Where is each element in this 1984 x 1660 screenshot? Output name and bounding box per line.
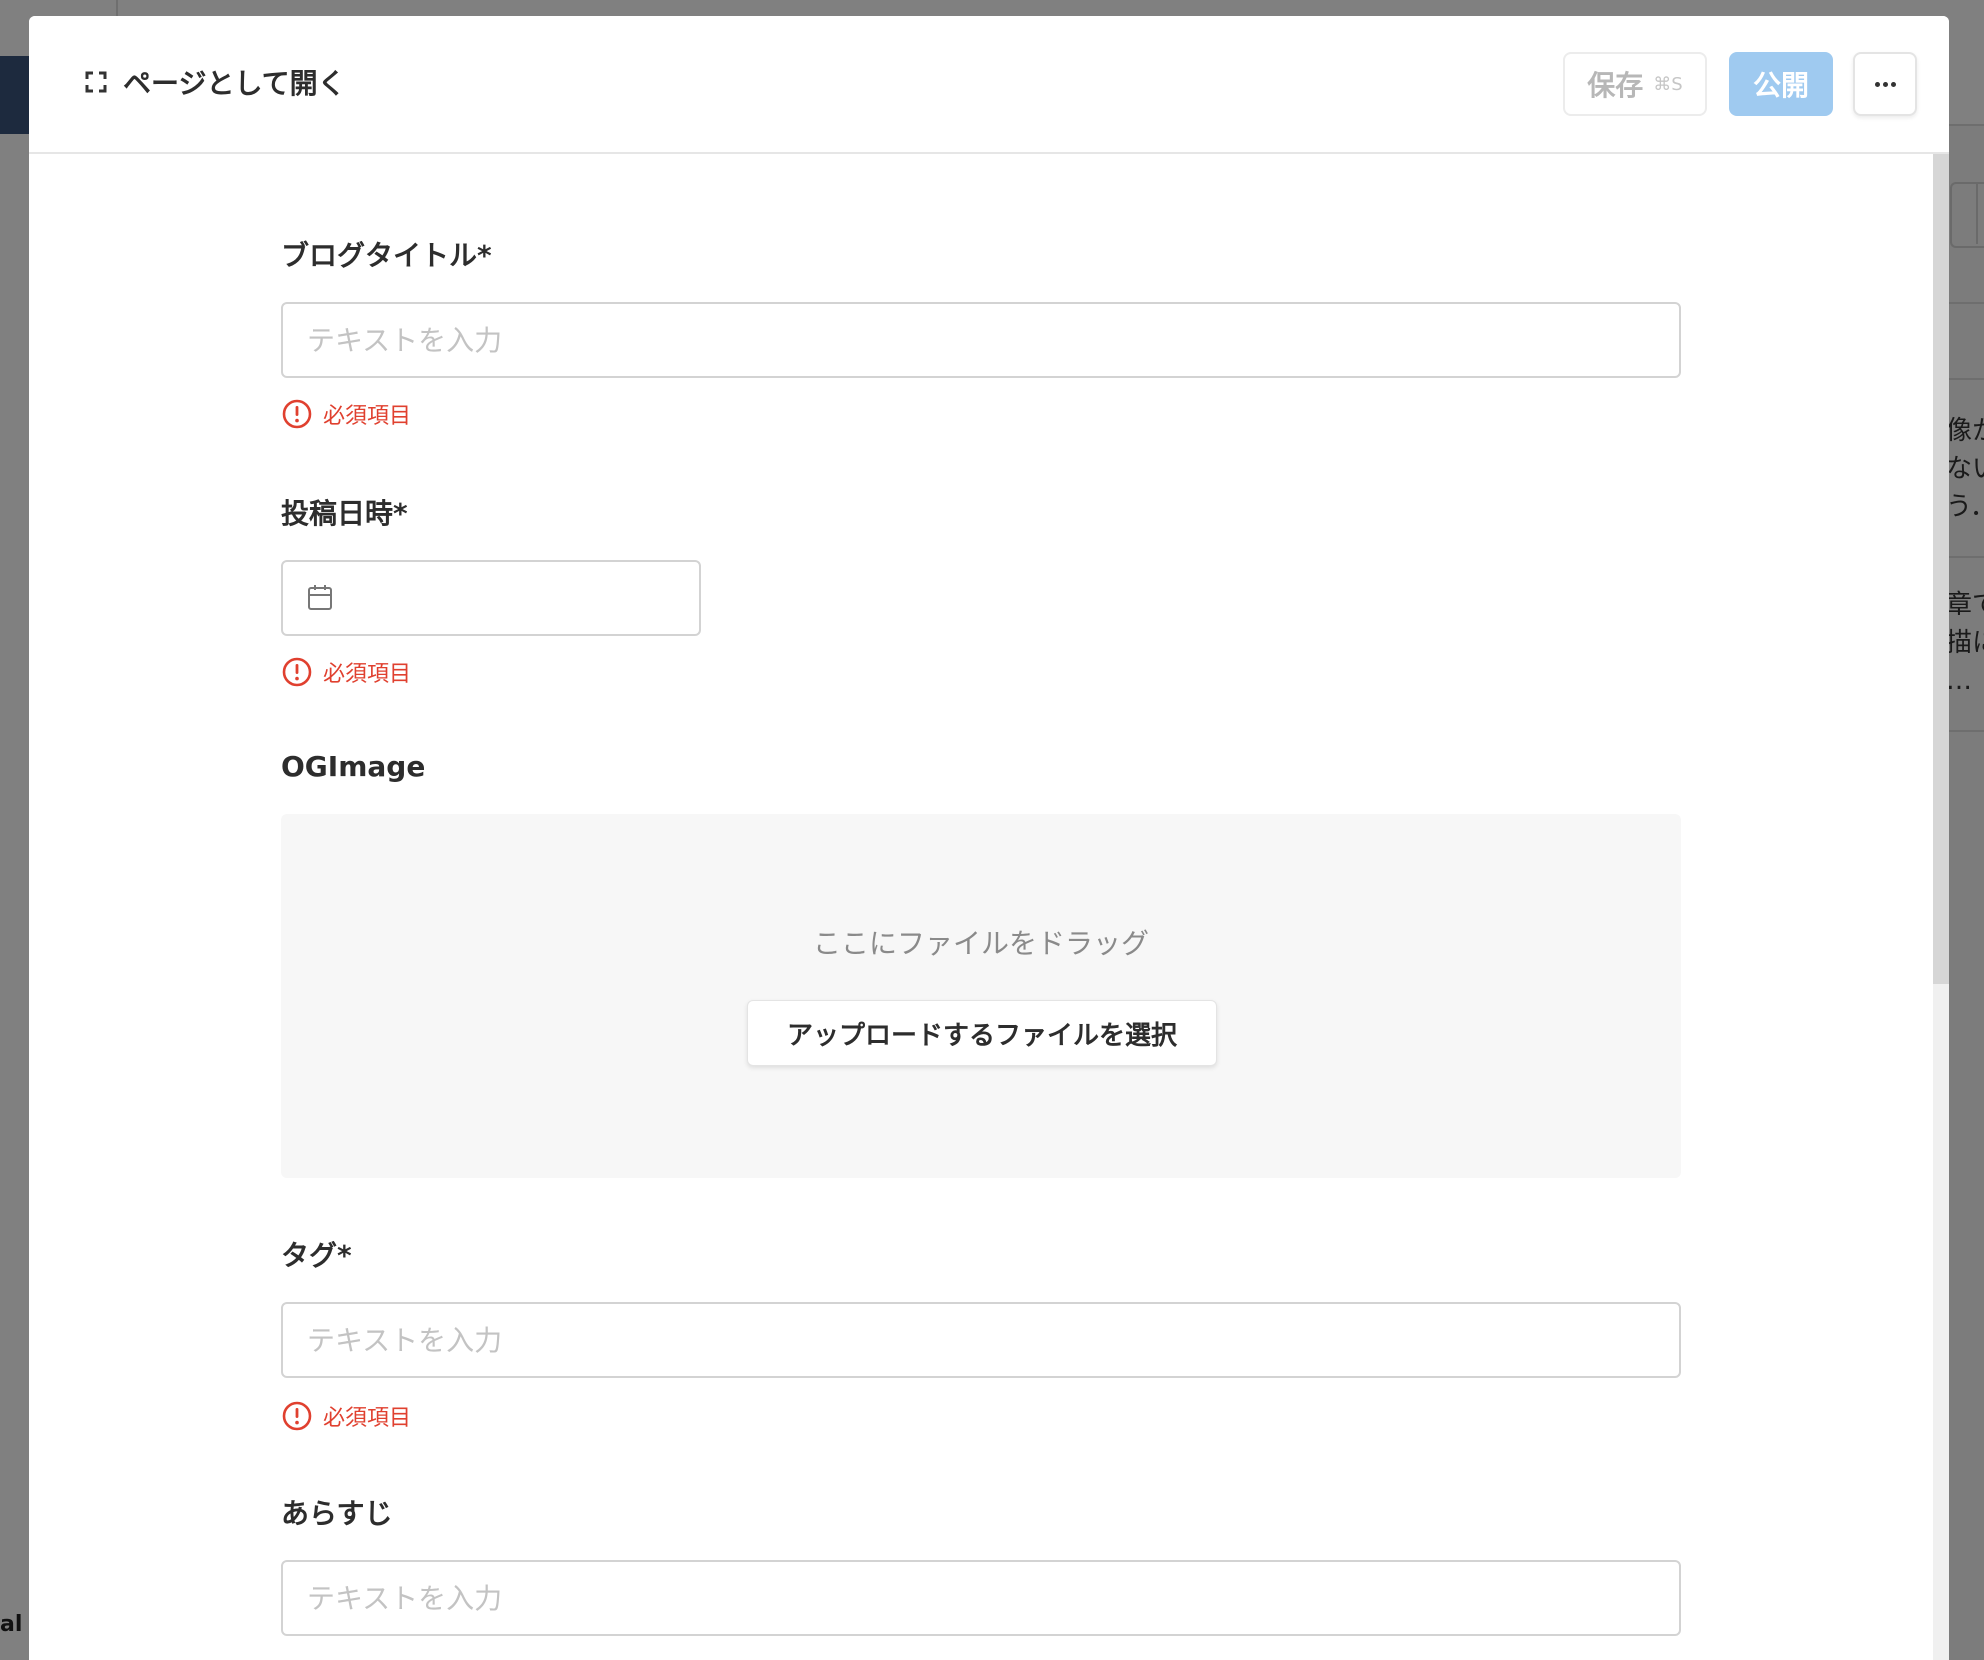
background-right-divider (1948, 556, 1984, 558)
drop-hint: ここにファイルをドラッグ (812, 927, 1149, 960)
publish-button[interactable]: 公開 (1729, 52, 1833, 116)
error-text: 必須項目 (323, 404, 412, 429)
calendar-icon (308, 585, 332, 610)
save-label: 保存 (1587, 69, 1644, 102)
ellipsis-icon (1874, 81, 1880, 87)
background-right-divider (1948, 378, 1984, 380)
background-right-divider (1948, 302, 1984, 304)
background-right-button-2 (1976, 182, 1984, 244)
summary-label: あらすじ (281, 1497, 393, 1530)
background-right-divider (1948, 730, 1984, 732)
ellipsis-icon-dot (1882, 81, 1888, 87)
background-right-panel (1948, 124, 1984, 1660)
blog-title-input[interactable] (281, 302, 1681, 378)
expand-icon (85, 71, 107, 93)
tags-input[interactable] (281, 1302, 1681, 1378)
open-as-page-link[interactable]: ページとして開く (85, 62, 346, 102)
og-image-label: OGImage (281, 750, 426, 783)
tags-label: タグ* (281, 1239, 352, 1272)
blog-title-label: ブログタイトル* (281, 239, 492, 272)
error-icon (282, 657, 312, 687)
open-as-page-label: ページとして開く (123, 67, 346, 100)
content-modal: ページとして開く 保存 ⌘S 公開 ブログタイトル* 必須項目 投稿日時* (29, 16, 1949, 1660)
post-date-input[interactable] (281, 560, 701, 636)
error-icon (282, 1401, 312, 1431)
error-icon (282, 399, 312, 429)
save-button[interactable]: 保存 ⌘S (1563, 52, 1707, 116)
background-sidebar-strip (0, 56, 30, 134)
more-options-button[interactable] (1853, 52, 1917, 116)
ellipsis-icon-dot (1890, 81, 1896, 87)
error-text: 必須項目 (323, 662, 412, 687)
background-left-text: al (0, 1612, 23, 1637)
save-shortcut: ⌘S (1653, 73, 1683, 95)
post-date-error: 必須項目 (281, 656, 411, 688)
blog-title-error: 必須項目 (281, 398, 411, 430)
background-right-divider (1948, 124, 1984, 126)
tags-error: 必須項目 (281, 1400, 411, 1432)
background-right-text: 章で 描に … (1946, 590, 1984, 696)
error-text: 必須項目 (323, 1406, 412, 1431)
summary-input[interactable] (281, 1560, 1681, 1636)
og-image-dropzone[interactable]: ここにファイルをドラッグ アップロードするファイルを選択 (281, 814, 1681, 1178)
post-date-label: 投稿日時* (281, 497, 408, 530)
upload-file-button[interactable]: アップロードするファイルを選択 (747, 1000, 1217, 1066)
scrollbar-thumb[interactable] (1933, 154, 1949, 984)
background-right-text: 像か ない う． (1946, 416, 1984, 522)
modal-header: ページとして開く 保存 ⌘S 公開 (29, 16, 1949, 154)
